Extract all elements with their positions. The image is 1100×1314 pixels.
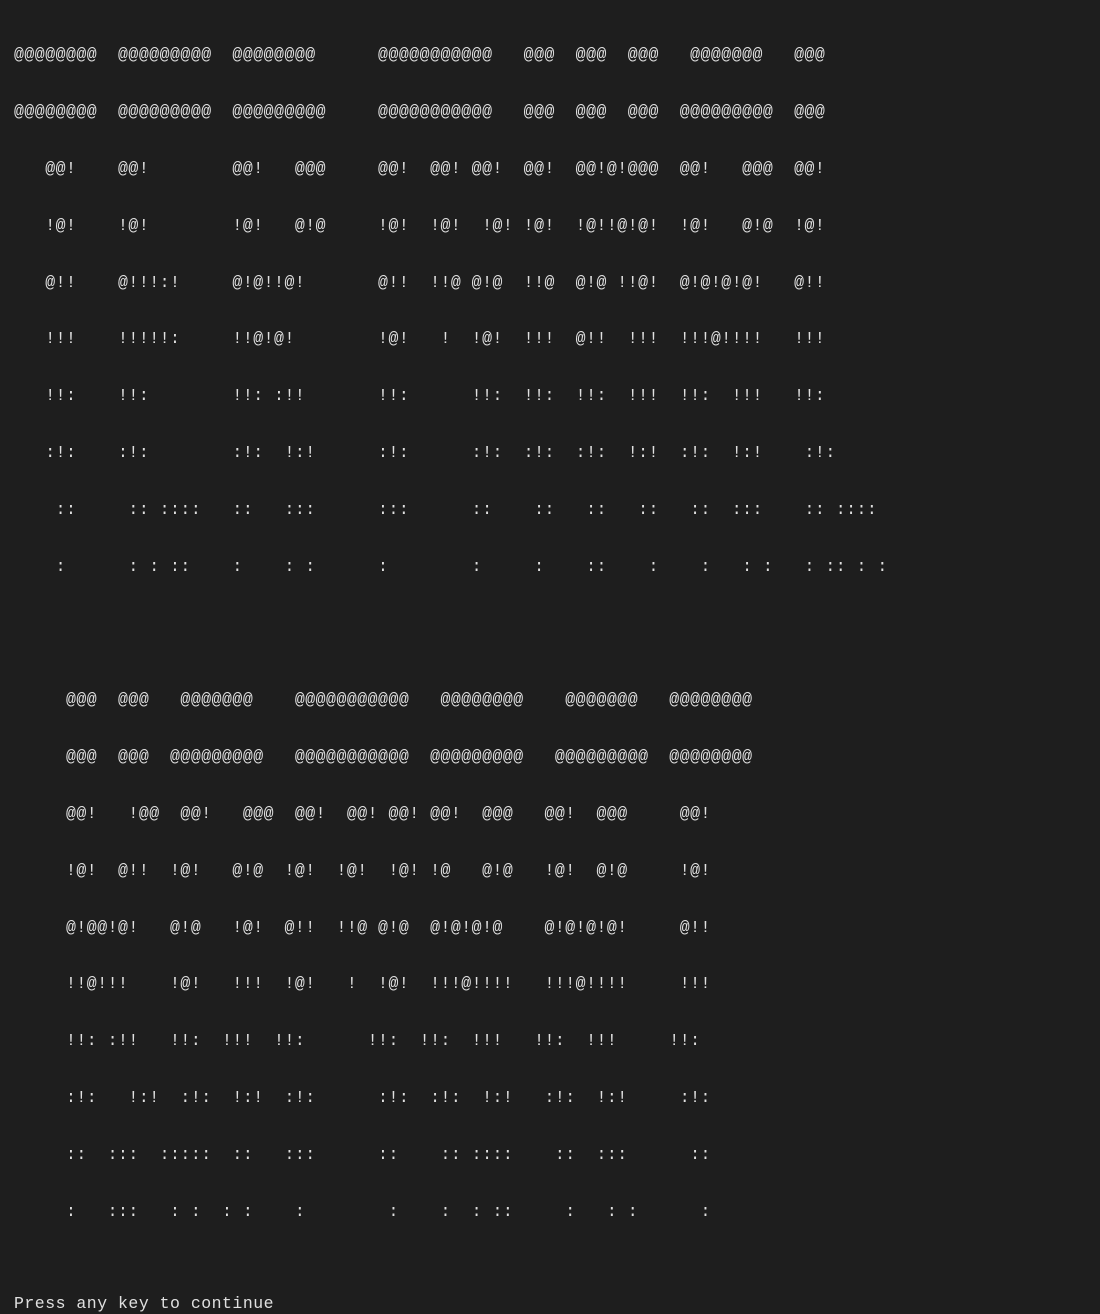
ascii-row-17: :!: !:! :!: !:! :!: :!: :!: !:! :!: !:! … — [14, 1089, 1100, 1108]
ascii-row-18: :: ::: ::::: :: ::: :: :: :::: :: ::: :: — [14, 1146, 1100, 1165]
ascii-row-5: !!! !!!!!: !!@!@! !@! ! !@! !!! @!! !!! … — [14, 330, 1100, 349]
ascii-row-15: !!@!!! !@! !!! !@! ! !@! !!!@!!!! !!!@!!… — [14, 975, 1100, 994]
ascii-banner: @@@@@@@@ @@@@@@@@@ @@@@@@@@ @@@@@@@@@@@ … — [14, 8, 1100, 1241]
ascii-row-11: @@@ @@@ @@@@@@@@@ @@@@@@@@@@@ @@@@@@@@@ … — [14, 748, 1100, 767]
press-any-key-prompt[interactable]: Press any key to continue — [14, 1295, 1100, 1314]
ascii-row-0: @@@@@@@@ @@@@@@@@@ @@@@@@@@ @@@@@@@@@@@ … — [14, 46, 1100, 65]
ascii-row-8: :: :: :::: :: ::: ::: :: :: :: :: :: :::… — [14, 501, 1100, 520]
ascii-row-2: @@! @@! @@! @@@ @@! @@! @@! @@! @@!@!@@@… — [14, 160, 1100, 179]
ascii-row-4: @!! @!!!:! @!@!!@! @!! !!@ @!@ !!@ @!@ !… — [14, 274, 1100, 293]
ascii-row-10: @@@ @@@ @@@@@@@ @@@@@@@@@@@ @@@@@@@@ @@@… — [14, 691, 1100, 710]
ascii-row-12: @@! !@@ @@! @@@ @@! @@! @@! @@! @@@ @@! … — [14, 805, 1100, 824]
ascii-row-19: : ::: : : : : : : : : :: : : : : — [14, 1203, 1100, 1222]
ascii-row-1: @@@@@@@@ @@@@@@@@@ @@@@@@@@@ @@@@@@@@@@@… — [14, 103, 1100, 122]
ascii-row-9: : : : :: : : : : : : :: : : : : : :: : : — [14, 558, 1100, 577]
ascii-row-14: @!@@!@! @!@ !@! @!! !!@ @!@ @!@!@!@ @!@!… — [14, 919, 1100, 938]
ascii-row-13: !@! @!! !@! @!@ !@! !@! !@! !@ @!@ !@! @… — [14, 862, 1100, 881]
ascii-row-16: !!: :!! !!: !!! !!: !!: !!: !!! !!: !!! … — [14, 1032, 1100, 1051]
ascii-row-6: !!: !!: !!: :!! !!: !!: !!: !!: !!! !!: … — [14, 387, 1100, 406]
ascii-row-3: !@! !@! !@! @!@ !@! !@! !@! !@! !@!!@!@!… — [14, 217, 1100, 236]
ascii-row-7: :!: :!: :!: !:! :!: :!: :!: :!: !:! :!: … — [14, 444, 1100, 463]
